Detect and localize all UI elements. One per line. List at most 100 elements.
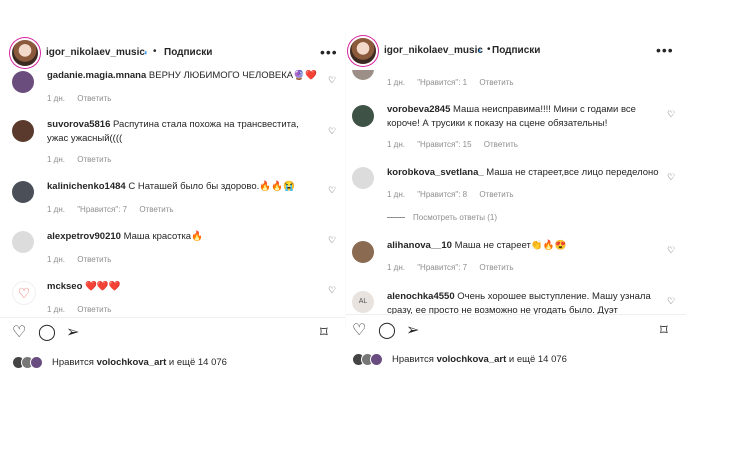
comment-meta: 1 дн. "Нравится": 1 Ответить bbox=[387, 78, 524, 87]
comment-icon[interactable]: ◯ bbox=[38, 325, 56, 341]
liker-username[interactable]: volochkova_art bbox=[437, 354, 507, 365]
commenter-username[interactable]: vorobeva2845 bbox=[387, 104, 450, 115]
comment-likes[interactable]: "Нравится": 7 bbox=[417, 263, 467, 272]
comment-like-icon[interactable]: ♡ bbox=[328, 235, 336, 246]
comment-like-icon[interactable]: ♡ bbox=[667, 172, 675, 183]
commenter-username[interactable]: kalinichenko1484 bbox=[47, 181, 126, 192]
separator-dot: • bbox=[153, 46, 157, 57]
comment-meta: 1 дн. Ответить bbox=[47, 305, 121, 314]
author-avatar[interactable] bbox=[12, 40, 38, 66]
comment-text: alenochka4550 Очень хорошее выступление.… bbox=[387, 291, 651, 314]
comment-time: 1 дн. bbox=[47, 205, 65, 214]
comment-text: gadanie.magia.mnana ВЕРНУ ЛЮБИМОГО ЧЕЛОВ… bbox=[47, 70, 317, 81]
comment-likes[interactable]: "Нравится": 7 bbox=[77, 205, 127, 214]
reply-link[interactable]: Ответить bbox=[77, 305, 111, 314]
comment-likes[interactable]: "Нравится": 15 bbox=[417, 140, 471, 149]
comment-meta: 1 дн. Ответить bbox=[47, 255, 121, 264]
commenter-avatar[interactable] bbox=[12, 71, 34, 93]
commenter-avatar[interactable] bbox=[352, 241, 374, 263]
post-header: igor_nikolaev_music ◐ • Подписки ••• bbox=[346, 34, 730, 68]
likes-summary[interactable]: Нравится volochkova_art и ещё 14 076 bbox=[392, 354, 567, 365]
comment-meta: 1 дн. "Нравится": 8 Ответить bbox=[387, 190, 524, 199]
commenter-avatar[interactable] bbox=[352, 167, 374, 189]
comment-text: kalinichenko1484 С Наташей было бы здоро… bbox=[47, 181, 295, 192]
comment-text: mckseo ❤️❤️❤️ bbox=[47, 281, 121, 292]
right-post-panel: igor_nikolaev_music ◐ • Подписки ••• 1 д… bbox=[346, 0, 730, 456]
comment-icon[interactable]: ◯ bbox=[378, 323, 396, 339]
commenter-username[interactable]: alexpetrov90210 bbox=[47, 231, 121, 242]
comment-meta: 1 дн. "Нравится": 15 Ответить bbox=[387, 140, 528, 149]
comment-like-icon[interactable]: ♡ bbox=[328, 75, 336, 86]
author-avatar[interactable] bbox=[350, 38, 376, 64]
commenter-username[interactable]: gadanie.magia.mnana bbox=[47, 70, 146, 81]
comment-time: 1 дн. bbox=[47, 305, 65, 314]
author-username[interactable]: igor_nikolaev_music bbox=[46, 47, 145, 58]
share-icon[interactable]: ➢ bbox=[66, 325, 79, 341]
commenter-avatar[interactable] bbox=[12, 231, 34, 253]
more-icon[interactable]: ••• bbox=[656, 42, 674, 58]
comment-time: 1 дн. bbox=[47, 94, 65, 103]
view-replies-link[interactable]: Посмотреть ответы (1) bbox=[387, 213, 497, 222]
comment-text: korobkova_svetlana_ Маша не стареет,все … bbox=[387, 167, 659, 178]
reply-link[interactable]: Ответить bbox=[479, 190, 513, 199]
comment-time: 1 дн. bbox=[387, 263, 405, 272]
following-button[interactable]: Подписки bbox=[492, 45, 540, 56]
separator-dot: • bbox=[487, 44, 491, 55]
heart-icon[interactable]: ♡ bbox=[352, 323, 366, 339]
bookmark-icon[interactable]: ⌑ bbox=[660, 323, 668, 339]
comment-meta: 1 дн. "Нравится": 7 Ответить bbox=[47, 205, 184, 214]
comment-text: suvorova5816 Распутина стала похожа на т… bbox=[47, 119, 299, 144]
commenter-avatar[interactable]: ♡ bbox=[12, 281, 36, 305]
comment-like-icon[interactable]: ♡ bbox=[328, 285, 336, 296]
divider bbox=[0, 317, 346, 318]
verified-icon: ◐ bbox=[144, 48, 149, 57]
commenter-avatar[interactable] bbox=[352, 70, 374, 80]
share-icon[interactable]: ➢ bbox=[406, 323, 419, 339]
commenter-username[interactable]: suvorova5816 bbox=[47, 119, 110, 130]
reply-link[interactable]: Ответить bbox=[139, 205, 173, 214]
reply-link[interactable]: Ответить bbox=[77, 155, 111, 164]
comment-text: alihanova__10 Маша не стареет👏🔥😍 bbox=[387, 240, 567, 251]
verified-icon: ◐ bbox=[478, 46, 483, 55]
comment-time: 1 дн. bbox=[387, 78, 405, 87]
commenter-avatar[interactable] bbox=[12, 120, 34, 142]
commenter-username[interactable]: korobkova_svetlana_ bbox=[387, 167, 484, 178]
commenter-avatar[interactable]: AL bbox=[352, 291, 374, 313]
heart-icon[interactable]: ♡ bbox=[12, 325, 26, 341]
post-header: igor_nikolaev_music ◐ • Подписки ••• bbox=[0, 36, 346, 70]
author-username[interactable]: igor_nikolaev_music bbox=[384, 45, 483, 56]
commenter-avatar[interactable] bbox=[12, 181, 34, 203]
commenter-avatar[interactable] bbox=[352, 105, 374, 127]
comment-like-icon[interactable]: ♡ bbox=[667, 245, 675, 256]
comment-likes[interactable]: "Нравится": 1 bbox=[417, 78, 467, 87]
bookmark-icon[interactable]: ⌑ bbox=[320, 325, 328, 341]
reply-link[interactable]: Ответить bbox=[77, 94, 111, 103]
comment-time: 1 дн. bbox=[387, 140, 405, 149]
comment-time: 1 дн. bbox=[47, 255, 65, 264]
liker-avatar bbox=[370, 353, 383, 366]
comments-list: 1 дн. "Нравится": 1 Ответить vorobeva284… bbox=[346, 70, 730, 314]
following-button[interactable]: Подписки bbox=[164, 47, 212, 58]
comment-time: 1 дн. bbox=[47, 155, 65, 164]
comment-like-icon[interactable]: ♡ bbox=[667, 296, 675, 307]
comment-time: 1 дн. bbox=[387, 190, 405, 199]
likes-summary[interactable]: Нравится volochkova_art и ещё 14 076 bbox=[52, 357, 227, 368]
commenter-username[interactable]: alihanova__10 bbox=[387, 240, 452, 251]
commenter-username[interactable]: alenochka4550 bbox=[387, 291, 455, 302]
comment-likes[interactable]: "Нравится": 8 bbox=[417, 190, 467, 199]
liker-username[interactable]: volochkova_art bbox=[97, 357, 167, 368]
commenter-username[interactable]: mckseo bbox=[47, 281, 82, 292]
reply-link[interactable]: Ответить bbox=[479, 78, 513, 87]
comment-meta: 1 дн. Ответить bbox=[47, 155, 121, 164]
reply-link[interactable]: Ответить bbox=[479, 263, 513, 272]
comment-like-icon[interactable]: ♡ bbox=[328, 126, 336, 137]
comment-text: vorobeva2845 Маша неисправима!!!! Мини с… bbox=[387, 104, 636, 129]
reply-link[interactable]: Ответить bbox=[77, 255, 111, 264]
more-icon[interactable]: ••• bbox=[320, 44, 338, 60]
comment-like-icon[interactable]: ♡ bbox=[328, 185, 336, 196]
liker-avatar bbox=[30, 356, 43, 369]
reply-link[interactable]: Ответить bbox=[484, 140, 518, 149]
comment-meta: 1 дн. Ответить bbox=[47, 94, 121, 103]
comment-like-icon[interactable]: ♡ bbox=[667, 109, 675, 120]
left-post-panel: igor_nikolaev_music ◐ • Подписки ••• gad… bbox=[0, 0, 346, 456]
